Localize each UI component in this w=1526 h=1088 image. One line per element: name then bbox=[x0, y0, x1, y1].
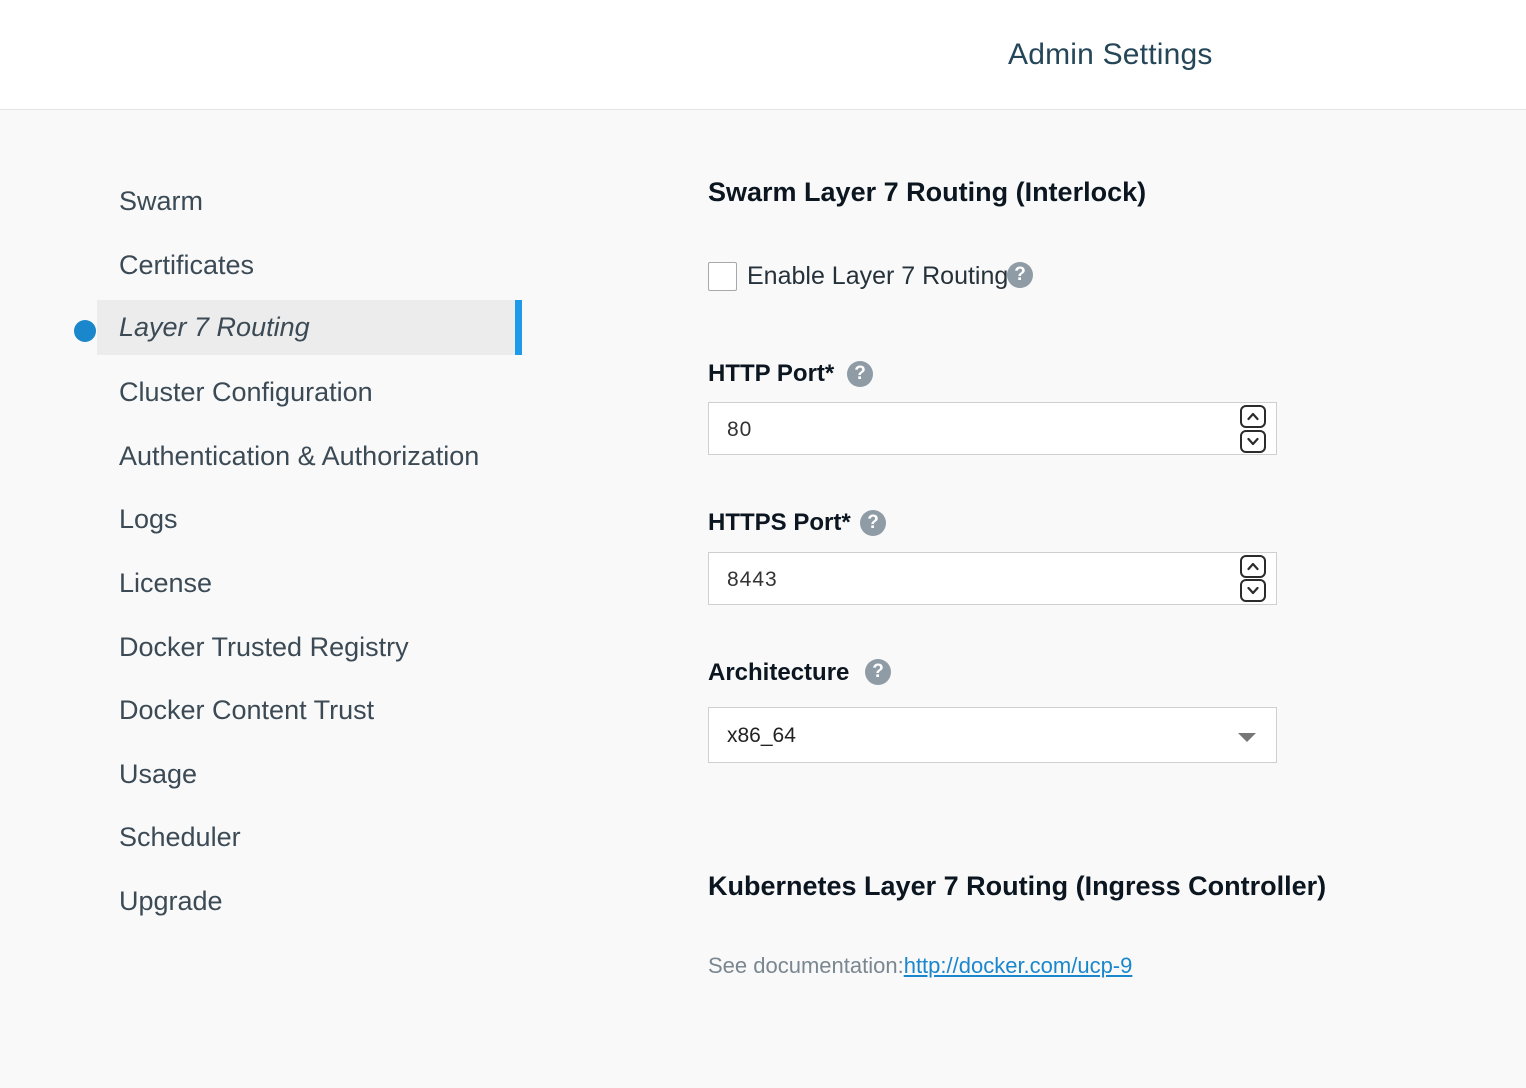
sidebar-item-license[interactable]: License bbox=[97, 556, 522, 611]
sidebar-item-docker-content-trust[interactable]: Docker Content Trust bbox=[97, 683, 522, 738]
sidebar-item-layer-7-routing[interactable]: Layer 7 Routing bbox=[97, 300, 522, 355]
sidebar-item-usage[interactable]: Usage bbox=[97, 747, 522, 802]
help-icon[interactable]: ? bbox=[865, 659, 891, 685]
sidebar-item-logs[interactable]: Logs bbox=[97, 492, 522, 547]
https-port-label: HTTPS Port* bbox=[708, 509, 851, 536]
architecture-label: Architecture bbox=[708, 659, 850, 686]
decrement-arrow-icon[interactable] bbox=[1240, 430, 1266, 453]
sidebar-item-certificates[interactable]: Certificates bbox=[97, 238, 522, 293]
swarm-routing-title: Swarm Layer 7 Routing (Interlock) bbox=[708, 177, 1147, 207]
sidebar-item-cluster-configuration[interactable]: Cluster Configuration bbox=[97, 365, 522, 420]
documentation-note: See documentation:http://docker.com/ucp-… bbox=[708, 953, 1132, 979]
active-indicator-dot bbox=[74, 320, 96, 342]
documentation-link[interactable]: http://docker.com/ucp-9 bbox=[904, 953, 1133, 978]
increment-arrow-icon[interactable] bbox=[1240, 405, 1266, 428]
help-icon[interactable]: ? bbox=[1007, 262, 1033, 288]
caret-down-icon bbox=[1238, 733, 1256, 742]
https-port-value: 8443 bbox=[727, 568, 778, 591]
kubernetes-routing-title: Kubernetes Layer 7 Routing (Ingress Cont… bbox=[708, 871, 1327, 901]
https-port-input[interactable]: 8443 bbox=[708, 552, 1277, 605]
http-port-value: 80 bbox=[727, 418, 753, 441]
decrement-arrow-icon[interactable] bbox=[1240, 579, 1266, 602]
enable-layer7-checkbox[interactable] bbox=[708, 262, 737, 291]
architecture-select[interactable]: x86_64 bbox=[708, 707, 1277, 763]
sidebar-item-authentication-authorization[interactable]: Authentication & Authorization bbox=[97, 429, 522, 484]
http-port-input[interactable]: 80 bbox=[708, 402, 1277, 455]
sidebar-item-docker-trusted-registry[interactable]: Docker Trusted Registry bbox=[97, 620, 522, 675]
help-icon[interactable]: ? bbox=[847, 361, 873, 387]
sidebar-item-upgrade[interactable]: Upgrade bbox=[97, 874, 522, 929]
help-icon[interactable]: ? bbox=[860, 510, 886, 536]
sidebar-item-swarm[interactable]: Swarm bbox=[97, 174, 522, 229]
documentation-prefix: See documentation: bbox=[708, 953, 904, 978]
http-port-label: HTTP Port* bbox=[708, 360, 835, 387]
enable-layer7-label: Enable Layer 7 Routing bbox=[747, 262, 1009, 290]
architecture-value: x86_64 bbox=[727, 724, 796, 747]
sidebar-item-scheduler[interactable]: Scheduler bbox=[97, 810, 522, 865]
page-title: Admin Settings bbox=[1008, 38, 1213, 71]
header-bar: Admin Settings bbox=[0, 0, 1526, 110]
increment-arrow-icon[interactable] bbox=[1240, 555, 1266, 578]
